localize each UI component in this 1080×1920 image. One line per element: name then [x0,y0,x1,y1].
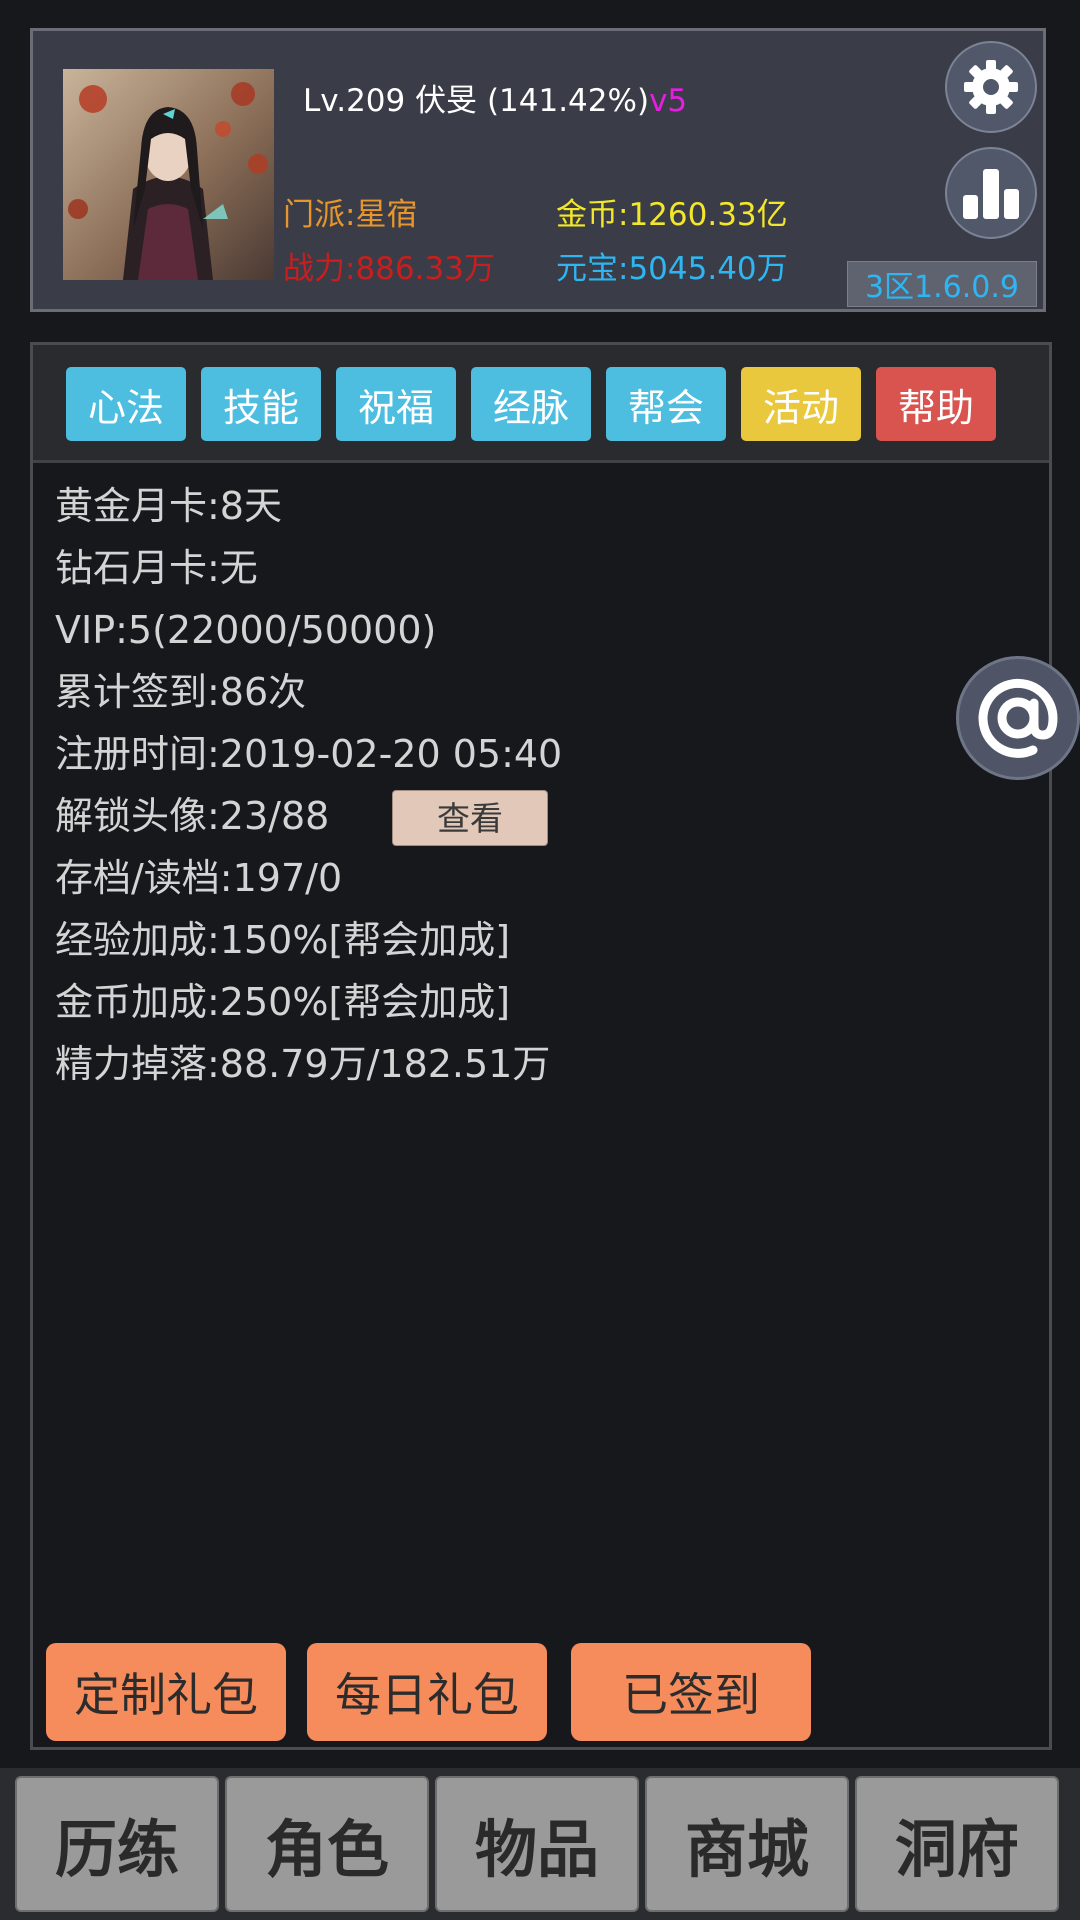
tab-mind-method[interactable]: 心法 [66,367,186,441]
signed-in-button[interactable]: 已签到 [571,1643,811,1741]
gear-icon [964,60,1018,114]
avatar-portrait-image [63,69,274,280]
tab-meridians[interactable]: 经脉 [471,367,591,441]
tab-help[interactable]: 帮助 [876,367,996,441]
at-sign-icon [978,678,1058,758]
bottom-navigation: 历练 角色 物品 商城 洞府 [0,1768,1080,1920]
nav-items[interactable]: 物品 [435,1776,639,1912]
settings-button[interactable] [945,41,1037,133]
player-level-name: Lv.209 伏旻 (141.42%)v5 [303,75,687,120]
custom-gift-pack-button[interactable]: 定制礼包 [46,1643,286,1741]
view-avatars-button[interactable]: 查看 [392,790,548,846]
save-load-count: 存档/读档:197/0 [55,856,343,900]
nav-cave-dwelling[interactable]: 洞府 [855,1776,1059,1912]
registration-time: 注册时间:2019-02-20 05:40 [55,732,563,776]
ingot-label: 元宝:5045.40万 [556,251,788,287]
tab-events[interactable]: 活动 [741,367,861,441]
player-level-text: Lv.209 伏旻 (141.42%) [303,83,650,119]
game-screen: Lv.209 伏旻 (141.42%)v5 门派:星宿 战力:886.33万 金… [0,0,1080,1920]
floating-chat-button[interactable] [956,656,1080,780]
gold-bonus: 金币加成:250%[帮会加成] [55,980,511,1024]
vip-level-tag: v5 [649,83,688,119]
nav-character[interactable]: 角色 [225,1776,429,1912]
tab-guild[interactable]: 帮会 [606,367,726,441]
sect-label: 门派:星宿 [283,197,418,233]
unlocked-avatars-row: 解锁头像:23/88 查看 [55,785,562,847]
gold-monthly-card: 黄金月卡:8天 [55,484,282,528]
tab-blessing[interactable]: 祝福 [336,367,456,441]
player-avatar[interactable] [63,69,274,280]
total-sign-ins: 累计签到:86次 [55,670,307,714]
vip-progress: VIP:5(22000/50000) [55,608,437,652]
stats-button[interactable] [945,147,1037,239]
server-version-badge: 3区1.6.0.9 [847,261,1037,307]
main-panel: 心法 技能 祝福 经脉 帮会 活动 帮助 黄金月卡:8天 钻石月卡:无 VIP:… [30,342,1052,1750]
unlocked-avatars: 解锁头像:23/88 [55,794,330,838]
gold-coins-label: 金币:1260.33亿 [556,197,788,233]
player-header-panel: Lv.209 伏旻 (141.42%)v5 门派:星宿 战力:886.33万 金… [30,28,1046,312]
exp-bonus: 经验加成:150%[帮会加成] [55,918,511,962]
combat-power-label: 战力:886.33万 [283,251,495,287]
tab-skills[interactable]: 技能 [201,367,321,441]
account-info-list: 黄金月卡:8天 钻石月卡:无 VIP:5(22000/50000) 累计签到:8… [55,475,562,1095]
daily-gift-pack-button[interactable]: 每日礼包 [307,1643,547,1741]
diamond-monthly-card: 钻石月卡:无 [55,546,258,590]
nav-shop[interactable]: 商城 [645,1776,849,1912]
bar-chart-icon [963,169,1019,219]
energy-drop: 精力掉落:88.79万/182.51万 [55,1042,551,1086]
feature-tab-bar: 心法 技能 祝福 经脉 帮会 活动 帮助 [33,345,1049,463]
nav-training[interactable]: 历练 [15,1776,219,1912]
